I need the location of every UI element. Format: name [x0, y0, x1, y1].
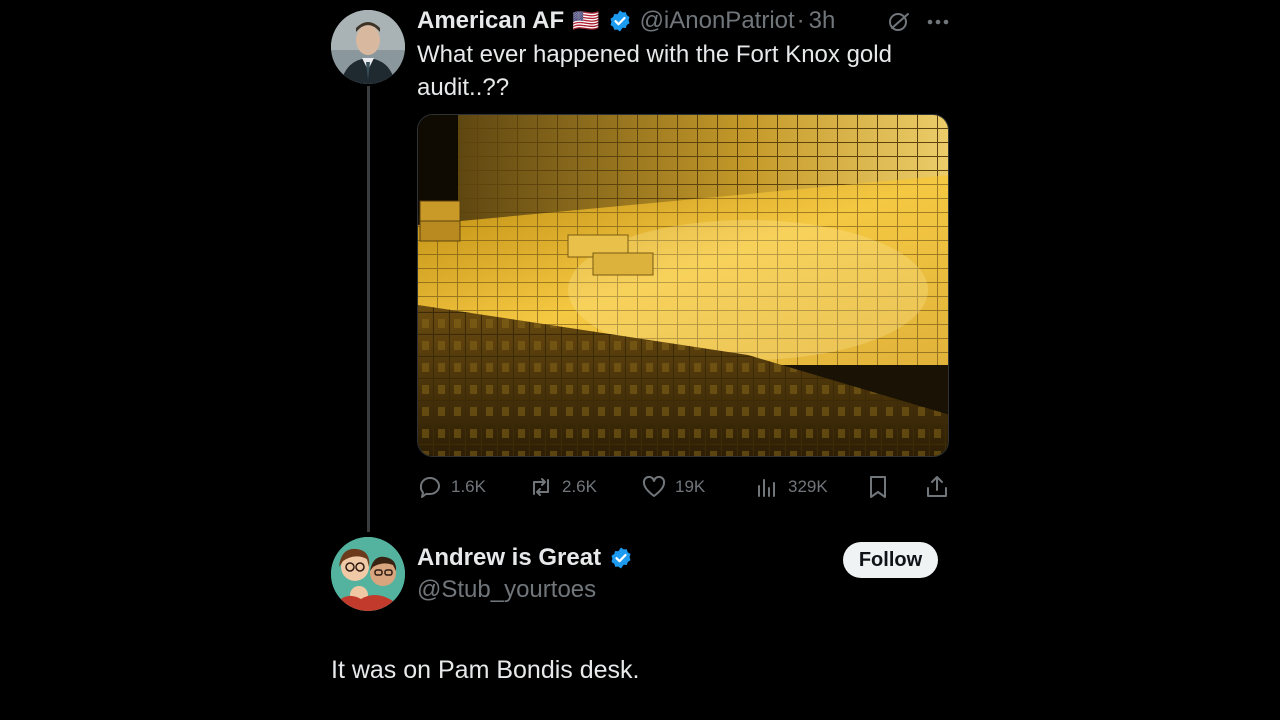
share-button[interactable]	[924, 474, 950, 500]
grok-icon[interactable]	[886, 9, 912, 40]
reply-count: 1.6K	[451, 477, 486, 496]
tweet-text-line: audit..??	[417, 74, 510, 101]
views-icon	[758, 479, 775, 497]
like-icon	[642, 475, 666, 497]
reply-author-avatar-image	[331, 537, 405, 611]
author-avatar[interactable]	[331, 10, 405, 84]
reply-author-handle[interactable]: @Stub_yourtoes	[417, 576, 596, 604]
reply-header: Andrew is Great	[417, 544, 633, 572]
bookmark-button[interactable]	[865, 474, 891, 500]
reply-button[interactable]: 1.6K	[417, 474, 486, 500]
flag-emoji: 🇺🇸	[572, 8, 600, 33]
reply-author-avatar[interactable]	[331, 537, 405, 611]
share-icon	[927, 476, 947, 497]
thread-line	[367, 86, 370, 532]
author-avatar-image	[331, 10, 405, 84]
tweet-header: American AF 🇺🇸 @iAnonPatriot · 3h	[417, 7, 835, 35]
gold-bars-image	[418, 115, 948, 456]
repost-button[interactable]: 2.6K	[528, 474, 597, 500]
tweet-media-image[interactable]	[417, 114, 949, 457]
tweet-text-line: What ever happened with the Fort Knox go…	[417, 41, 892, 68]
more-icon[interactable]	[925, 12, 951, 37]
tweet-time[interactable]: 3h	[809, 7, 836, 35]
verified-badge-icon	[610, 10, 630, 32]
like-button[interactable]: 19K	[641, 474, 705, 500]
tweet-text: What ever happened with the Fort Knox go…	[417, 38, 937, 104]
views-count: 329K	[788, 477, 828, 496]
reply-icon	[419, 477, 440, 498]
bookmark-icon	[870, 476, 886, 498]
verified-badge-icon	[611, 547, 631, 569]
reply-author-name[interactable]: Andrew is Great	[417, 544, 601, 572]
repost-icon	[533, 478, 549, 496]
repost-count: 2.6K	[562, 477, 597, 496]
follow-button[interactable]: Follow	[843, 542, 938, 578]
like-count: 19K	[675, 477, 706, 496]
views-button[interactable]: 329K	[754, 474, 828, 500]
time-separator: ·	[796, 7, 805, 34]
reply-text: It was on Pam Bondis desk.	[331, 656, 640, 684]
author-name[interactable]: American AF	[417, 7, 564, 35]
author-handle[interactable]: @iAnonPatriot	[640, 7, 795, 35]
